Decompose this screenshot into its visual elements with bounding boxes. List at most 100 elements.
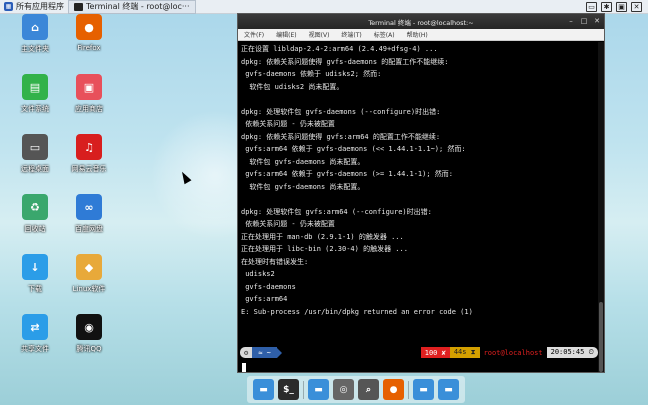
terminal-line: 软件包 gvfs-daemons 尚未配置。: [241, 182, 365, 191]
terminal-line: E: Sub-process /usr/bin/dpkg returned an…: [241, 307, 473, 316]
terminal-cursor: [242, 363, 246, 372]
menu-file[interactable]: 文件(F): [244, 30, 264, 39]
prompt-os-segment: ⚙: [240, 347, 253, 358]
dock-network-icon[interactable]: ◎: [333, 379, 354, 400]
terminal-line: gvfs-daemons: [241, 282, 296, 291]
terminal-line: gvfs:arm64: [241, 295, 288, 303]
dock-folder-icon[interactable]: ▬: [253, 379, 274, 400]
prompt-clock: 20:05:45 ⏲: [546, 347, 598, 358]
desktop-icon[interactable]: ⌂ 主文件夹: [12, 14, 58, 54]
terminal-line: dpkg: 处理软件包 gvfs-daemons (--configure)时出…: [241, 107, 441, 116]
desktop-icon-label: 回收站: [24, 225, 46, 233]
menu-view[interactable]: 视图(V): [309, 30, 330, 39]
desktop-icon-label: 腾讯QQ: [76, 345, 102, 353]
taskbar-terminal-label: Terminal 终端 - root@loc···: [86, 2, 190, 11]
menu-edit[interactable]: 编辑(E): [276, 30, 296, 39]
terminal-output[interactable]: 正在设置 libldap-2.4-2:arm64 (2.4.49+dfsg-4)…: [238, 42, 598, 372]
terminal-line: 软件包 udisks2 尚未配置。: [241, 82, 344, 91]
scrollbar-thumb[interactable]: [599, 302, 603, 372]
desktop-icon-label: 共享文件: [21, 345, 49, 353]
terminal-line: 软件包 gvfs-daemons 尚未配置。: [241, 157, 365, 166]
prompt-dir-segment: ≈ ~: [252, 347, 277, 358]
tray-close-icon[interactable]: ✕: [631, 1, 642, 12]
desktop-icon[interactable]: ▤ 文件系统: [12, 74, 58, 114]
desktop-icon[interactable]: ⇄ 共享文件: [12, 314, 58, 354]
dock-search-icon[interactable]: ⌕: [358, 379, 379, 400]
terminal-window[interactable]: Terminal 终端 - root@localhost:~ – □ ✕ 文件(…: [237, 13, 605, 373]
terminal-line: dpkg: 依赖关系问题使得 gvfs-daemons 的配置工作不能继续:: [241, 57, 449, 66]
filesystem-icon: ▤: [22, 74, 48, 100]
close-icon[interactable]: ✕: [593, 17, 601, 25]
terminal-titlebar[interactable]: Terminal 终端 - root@localhost:~ – □ ✕: [238, 14, 604, 29]
desktop-icon[interactable]: ◉ 腾讯QQ: [66, 314, 112, 354]
minimize-icon[interactable]: –: [567, 17, 575, 25]
top-panel: ▦ 所有应用程序 Terminal 终端 - root@loc··· ▭ ✱ ▣…: [0, 0, 648, 14]
applications-icon: ▦: [4, 2, 13, 11]
terminal-scrollbar[interactable]: [598, 42, 604, 372]
desktop-icon-label: 远程桌面: [21, 165, 49, 173]
terminal-line: 正在处理用于 man-db (2.9.1-1) 的触发器 ...: [241, 232, 404, 241]
desktop-icon-label: 主文件夹: [21, 45, 49, 53]
download-folder-icon: ↓: [22, 254, 48, 280]
tray-bluetooth-icon[interactable]: ✱: [601, 1, 612, 12]
trash-icon: ♻: [22, 194, 48, 220]
baidu-disk-icon: ∞: [76, 194, 102, 220]
desktop-icon-label: Firefox: [77, 44, 101, 52]
terminal-line: gvfs:arm64 依赖于 gvfs-daemons (>= 1.44.1-1…: [241, 170, 454, 178]
desktop-icon-label: 应用商店: [75, 105, 103, 113]
desktop-icon[interactable]: ∞ 百度网盘: [66, 194, 112, 234]
dock-firefox-icon[interactable]: ●: [383, 379, 404, 400]
maximize-icon[interactable]: □: [580, 17, 588, 25]
dock-folder-icon[interactable]: ▬: [438, 379, 459, 400]
terminal-line: dpkg: 处理软件包 gvfs:arm64 (--configure)时出错:: [241, 207, 432, 216]
dock-terminal-icon[interactable]: $_: [278, 379, 299, 400]
prompt-exit-code: 100 ✘: [420, 347, 450, 358]
desktop-icon[interactable]: ↓ 下载: [12, 254, 58, 294]
terminal-line: 在处理时有错误发生:: [241, 257, 309, 266]
terminal-title: Terminal 终端 - root@localhost:~: [368, 18, 474, 27]
dock-file-manager-icon[interactable]: ▬: [308, 379, 329, 400]
desktop-icon[interactable]: ♻ 回收站: [12, 194, 58, 234]
terminal-line: dpkg: 依赖关系问题使得 gvfs:arm64 的配置工作不能继续:: [241, 132, 441, 141]
prompt-arrow: [276, 347, 282, 358]
desktop-icon[interactable]: ◆ Linux软件: [66, 254, 112, 294]
dock-folder-icon[interactable]: ▬: [413, 379, 434, 400]
menu-terminal[interactable]: 终端(T): [341, 30, 361, 39]
share-folder-icon: ⇄: [22, 314, 48, 340]
netease-music-icon: ♫: [76, 134, 102, 160]
terminal-line: 正在处理用于 libc-bin (2.30-4) 的触发器 ...: [241, 245, 408, 253]
applications-menu-button[interactable]: ▦ 所有应用程序: [0, 0, 68, 14]
desktop-icon[interactable]: ● Firefox: [66, 14, 112, 52]
prompt-elapsed-time: 44s ⧗: [449, 347, 480, 358]
terminal-icon: [74, 2, 83, 11]
desktop-icon[interactable]: ▭ 远程桌面: [12, 134, 58, 174]
dock-separator: [408, 380, 409, 399]
desktop-icon-label: Linux软件: [72, 285, 106, 293]
menu-help[interactable]: 帮助(H): [407, 30, 428, 39]
tray-window-icon[interactable]: ▭: [586, 1, 597, 12]
menu-tabs[interactable]: 标签(A): [374, 30, 395, 39]
terminal-line: gvfs:arm64 依赖于 gvfs-daemons (<< 1.44.1-1…: [241, 145, 466, 153]
dock: ▬ $_ ▬ ◎ ⌕ ● ▬ ▬: [247, 376, 465, 403]
dock-separator: [303, 380, 304, 399]
firefox-icon: ●: [76, 14, 102, 40]
terminal-line: 正在设置 libldap-2.4-2:arm64 (2.4.49+dfsg-4)…: [241, 45, 438, 53]
terminal-line: 依赖关系问题 - 仍未被配置: [241, 120, 335, 128]
desktop-icon-label: 文件系统: [21, 105, 49, 113]
desktop-icon[interactable]: ♫ 网易云音乐: [66, 134, 112, 174]
home-folder-icon: ⌂: [22, 14, 48, 40]
desktop-icon[interactable]: ▣ 应用商店: [66, 74, 112, 114]
terminal-line: udisks2: [241, 270, 275, 278]
tray-screen-icon[interactable]: ▣: [616, 1, 627, 12]
desktop-icon-label: 百度网盘: [75, 225, 103, 233]
shell-prompt: ⚙ ≈ ~ 100 ✘ 44s ⧗ root@localhost 20:05:4…: [240, 346, 598, 359]
remote-desktop-icon: ▭: [22, 134, 48, 160]
prompt-host: root@localhost: [479, 347, 547, 358]
terminal-menubar: 文件(F) 编辑(E) 视图(V) 终端(T) 标签(A) 帮助(H): [238, 29, 604, 41]
desktop-icon-label: 下载: [28, 285, 42, 293]
qq-icon: ◉: [76, 314, 102, 340]
terminal-line: 依赖关系问题 - 仍未被配置: [241, 220, 335, 228]
system-tray: ▭ ✱ ▣ ✕: [586, 1, 648, 12]
taskbar-terminal-button[interactable]: Terminal 终端 - root@loc···: [68, 0, 196, 14]
